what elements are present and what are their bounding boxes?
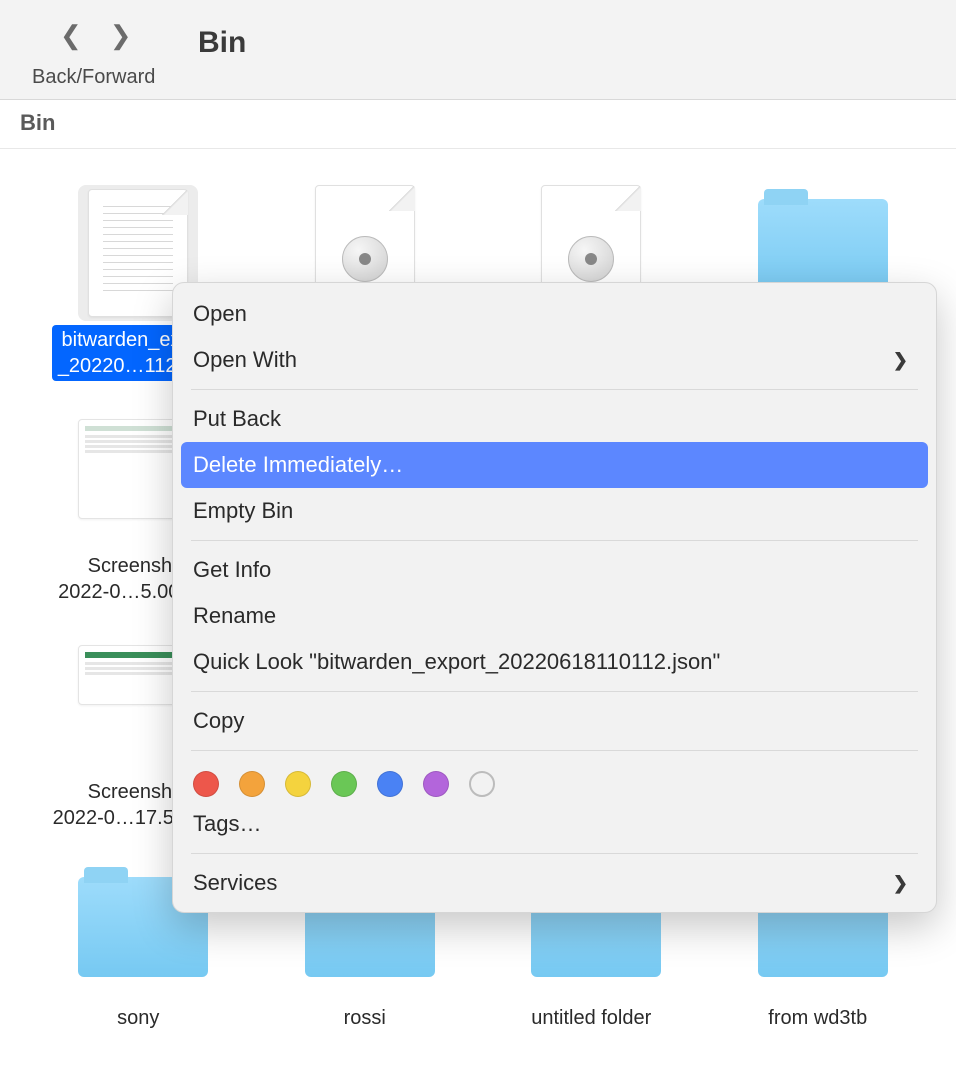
context-menu: Open Open With ❯ Put Back Delete Immedia… bbox=[172, 282, 937, 913]
menu-copy[interactable]: Copy bbox=[173, 698, 936, 744]
toolbar: ❮ ❯ Back/Forward Bin bbox=[0, 0, 956, 100]
file-label: rossi bbox=[338, 1003, 392, 1033]
menu-tags[interactable]: Tags… bbox=[173, 801, 936, 847]
menu-quick-look[interactable]: Quick Look "bitwarden_export_20220618110… bbox=[173, 639, 936, 685]
menu-open-with[interactable]: Open With ❯ bbox=[173, 337, 936, 383]
nav-arrows: ❮ ❯ bbox=[60, 20, 132, 51]
forward-button[interactable]: ❯ bbox=[110, 20, 132, 51]
tag-purple[interactable] bbox=[423, 771, 449, 797]
menu-separator bbox=[191, 540, 918, 541]
tag-red[interactable] bbox=[193, 771, 219, 797]
menu-separator bbox=[191, 750, 918, 751]
chevron-right-icon: ❯ bbox=[893, 873, 908, 894]
file-label: from wd3tb bbox=[762, 1003, 873, 1033]
tag-orange[interactable] bbox=[239, 771, 265, 797]
file-label: sony bbox=[111, 1003, 165, 1033]
menu-rename[interactable]: Rename bbox=[173, 593, 936, 639]
chevron-right-icon: ❯ bbox=[893, 350, 908, 371]
tag-none[interactable] bbox=[469, 771, 495, 797]
file-label: untitled folder bbox=[525, 1003, 657, 1033]
tag-blue[interactable] bbox=[377, 771, 403, 797]
menu-separator bbox=[191, 691, 918, 692]
menu-open[interactable]: Open bbox=[173, 291, 936, 337]
menu-separator bbox=[191, 853, 918, 854]
menu-put-back[interactable]: Put Back bbox=[173, 396, 936, 442]
tag-green[interactable] bbox=[331, 771, 357, 797]
window-title: Bin bbox=[198, 26, 246, 60]
back-button[interactable]: ❮ bbox=[60, 20, 82, 51]
menu-services[interactable]: Services ❯ bbox=[173, 860, 936, 906]
nav-label: Back/Forward bbox=[32, 66, 155, 89]
menu-get-info[interactable]: Get Info bbox=[173, 547, 936, 593]
menu-empty-bin[interactable]: Empty Bin bbox=[173, 488, 936, 534]
menu-delete-immediately[interactable]: Delete Immediately… bbox=[181, 442, 928, 488]
menu-separator bbox=[191, 389, 918, 390]
tag-color-row bbox=[173, 757, 936, 801]
location-bar: Bin bbox=[0, 100, 956, 149]
tag-yellow[interactable] bbox=[285, 771, 311, 797]
